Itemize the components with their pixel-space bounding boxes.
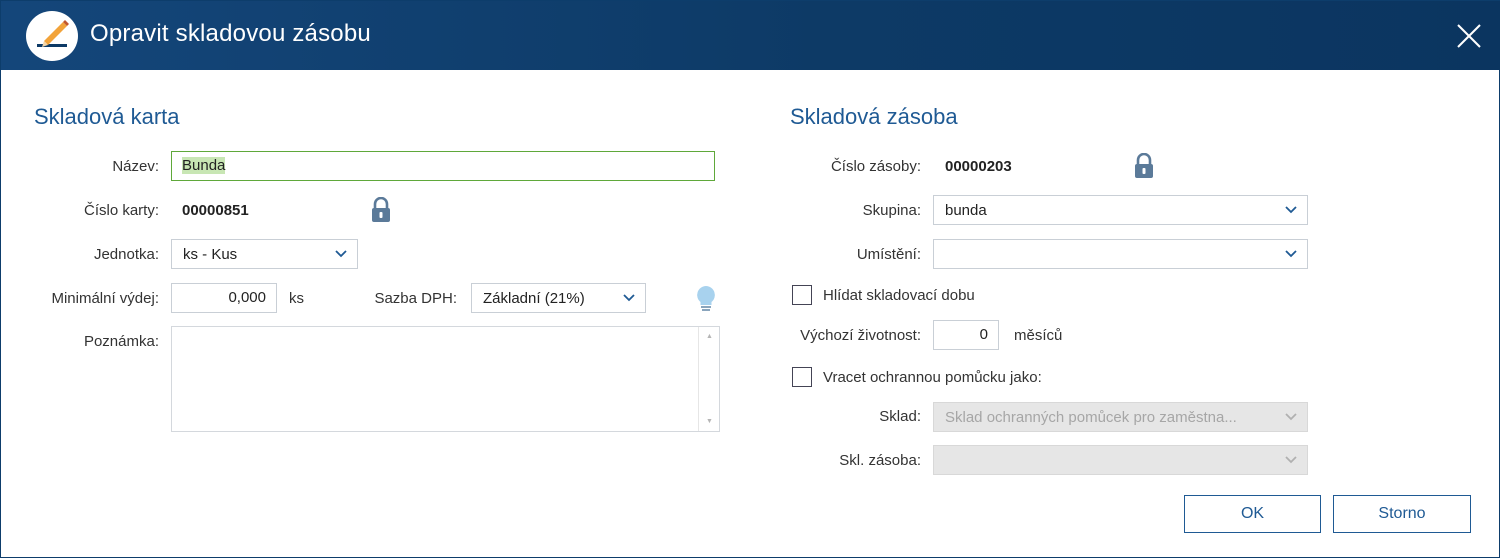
title-bar: Opravit skladovou zásobu [1,1,1500,70]
chevron-down-icon [623,294,635,302]
name-input[interactable]: Bunda [171,151,715,181]
section-title-stock-item: Skladová zásoba [790,104,958,129]
stock-item-label: Skl. zásoba: [839,452,921,469]
note-scrollbar[interactable]: ▲ ▼ [698,327,719,431]
window-title: Opravit skladovou zásobu [90,20,371,47]
min-issue-label: Minimální výdej: [51,290,159,307]
section-title-stock-card: Skladová karta [34,104,180,129]
stock-number-value: 00000203 [945,158,1012,175]
note-label: Poznámka: [83,333,159,350]
watch-storage-checkbox[interactable] [792,285,812,305]
card-number-label: Číslo karty: [83,202,159,219]
lock-icon [371,196,391,223]
scroll-up-icon[interactable]: ▲ [706,333,713,340]
group-label: Skupina: [862,202,921,219]
lifetime-value: 0 [979,326,988,343]
lifetime-unit: měsíců [1014,327,1063,344]
name-value: Bunda [182,157,226,174]
watch-storage-label: Hlídat skladovací dobu [823,287,975,304]
unit-select[interactable]: ks - Kus [171,239,358,269]
location-select[interactable] [933,239,1308,269]
cancel-button[interactable]: Storno [1333,495,1471,533]
chevron-down-icon [335,250,347,258]
min-issue-value: 0,000 [228,289,266,306]
warehouse-label: Sklad: [879,408,921,425]
location-label: Umístění: [856,246,921,263]
note-textarea[interactable]: ▲ ▼ [171,326,720,432]
stock-number-label: Číslo zásoby: [830,158,921,175]
lifetime-input[interactable]: 0 [933,320,999,350]
name-label: Název: [112,158,159,175]
close-icon[interactable] [1447,15,1491,57]
unit-label: Jednotka: [93,246,159,263]
min-issue-input[interactable]: 0,000 [171,283,277,313]
unit-select-value: ks - Kus [183,246,238,263]
return-ppe-label: Vracet ochrannou pomůcku jako: [823,369,1042,386]
lightbulb-icon[interactable] [694,284,718,314]
card-number-value: 00000851 [182,202,249,219]
chevron-down-icon [1285,413,1297,421]
lock-icon [1134,152,1154,179]
edit-stock-dialog: Opravit skladovou zásobu Skladová karta … [0,0,1500,558]
return-ppe-checkbox[interactable] [792,367,812,387]
chevron-down-icon [1285,250,1297,258]
group-select[interactable]: bunda [933,195,1308,225]
warehouse-value: Sklad ochranných pomůcek pro zaměstna... [945,409,1237,426]
stock-item-select [933,445,1308,475]
lifetime-label: Výchozí životnost: [800,327,921,344]
pencil-edit-icon [26,11,78,61]
group-value: bunda [945,202,987,219]
chevron-down-icon [1285,206,1297,214]
vat-rate-value: Základní (21%) [483,290,585,307]
warehouse-select: Sklad ochranných pomůcek pro zaměstna... [933,402,1308,432]
min-issue-unit: ks [289,290,304,307]
scroll-down-icon[interactable]: ▼ [706,418,713,425]
vat-rate-select[interactable]: Základní (21%) [471,283,646,313]
vat-rate-label: Sazba DPH: [374,290,457,307]
ok-button[interactable]: OK [1184,495,1321,533]
chevron-down-icon [1285,456,1297,464]
